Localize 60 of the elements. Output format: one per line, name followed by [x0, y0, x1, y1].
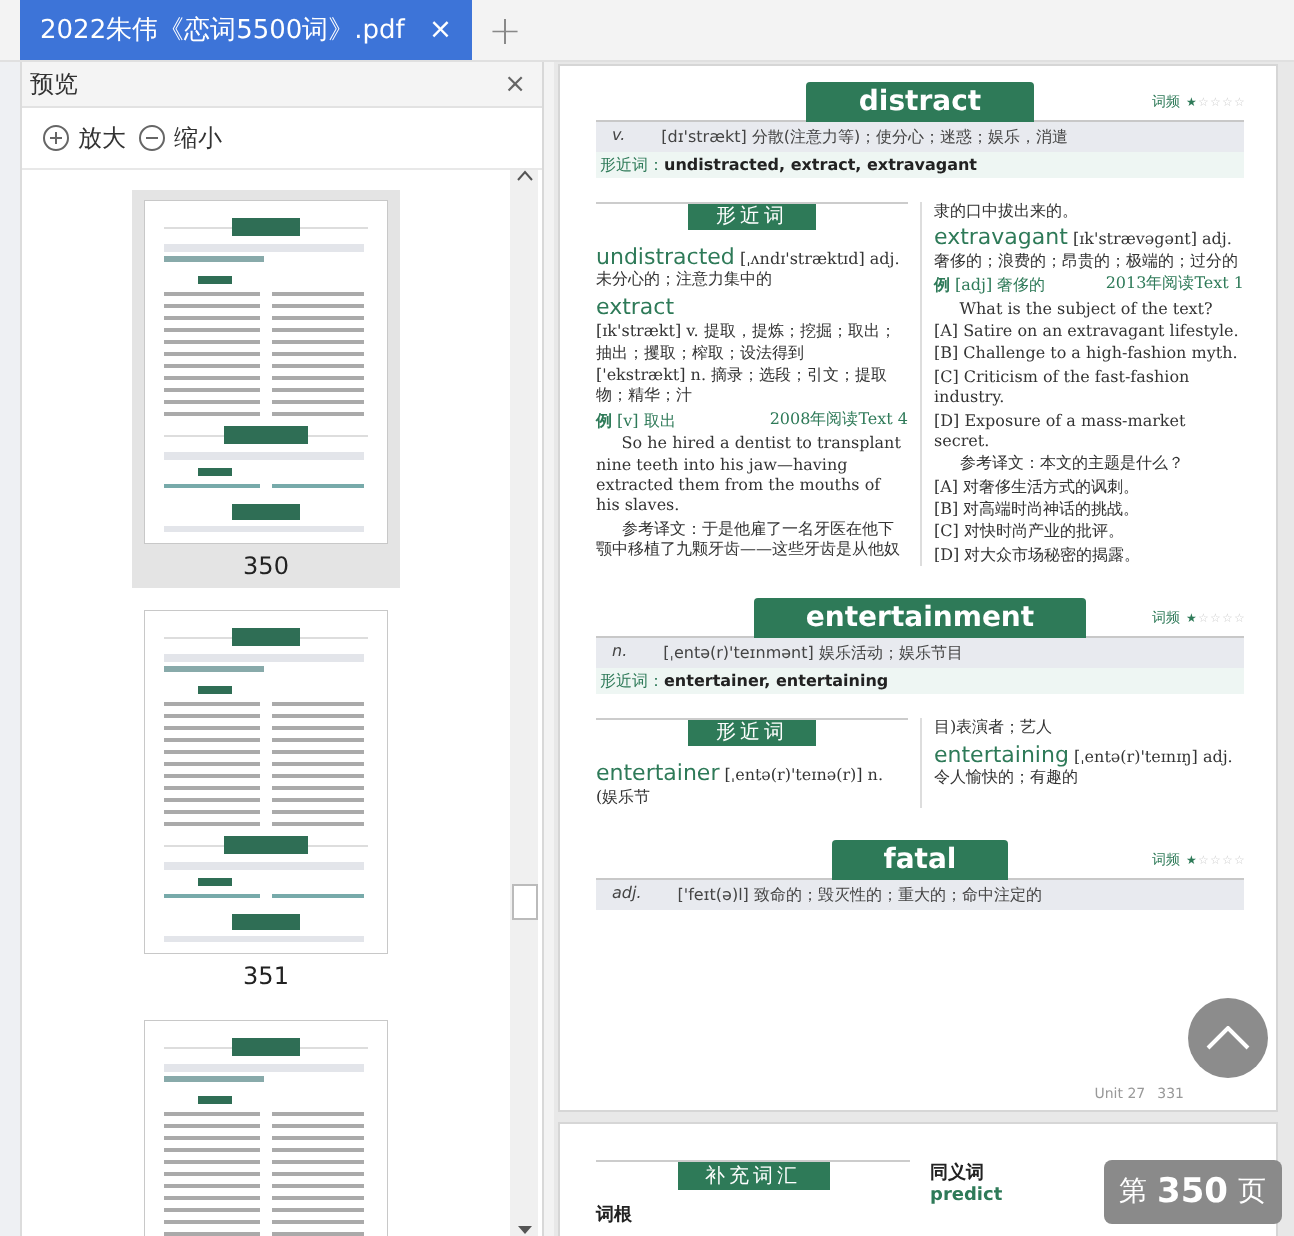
source-label: 2013年阅读Text 1 — [1105, 274, 1244, 297]
zoom-in-button[interactable]: 放大 — [42, 121, 126, 155]
word-entry: undistracted [ˌʌndɪ'stræktɪd] adj. 未分心的；注意力集中的 — [596, 244, 902, 292]
definition-text: ['feɪt(ə)l] 致命的；毁灭性的；重大的；命中注定的 — [677, 884, 1042, 907]
headword: distract — [806, 82, 1034, 122]
text-line: [C] 对快时尚产业的批评。 — [934, 522, 1126, 544]
word-entry: predict — [930, 1186, 1003, 1206]
section-heading: 补充词汇 — [677, 1162, 829, 1190]
panel-title: 预览 — [30, 67, 78, 101]
chevron-up-icon — [1206, 1026, 1250, 1050]
text-line: 目)表演者；艺人 — [934, 718, 1055, 740]
subheading: 同义词 — [930, 1160, 986, 1186]
text-line: ['ekstrækt] n. 摘录；选段；引文；提取物；精华；汁 — [596, 365, 890, 408]
page-thumbnail[interactable]: 350 — [132, 190, 400, 588]
text-line: [A] Satire on an extravagant lifestyle. — [934, 321, 1241, 343]
zoom-out-icon — [138, 124, 166, 152]
scroll-down-icon[interactable] — [515, 1224, 533, 1236]
similar-words: 形近词：entertainer, entertaining — [596, 668, 1244, 695]
page-thumbnail[interactable]: 351 — [132, 600, 400, 998]
subheading: 词根 — [596, 1203, 634, 1228]
word-entry: extravagant [ɪk'strævəgənt] adj. 奢侈的；浪费的；昂贵的；极端的；过分的 — [934, 224, 1240, 273]
source-label: 2008年阅读Text 4 — [769, 409, 908, 432]
tab-close-button[interactable]: × — [424, 14, 457, 46]
example-label: 例 [v] 取出 — [596, 409, 676, 433]
example-label: 例 [adj] 奢侈的 — [934, 274, 1046, 298]
page-indicator: 第 350 页 — [1103, 1160, 1282, 1224]
zoom-out-button[interactable]: 缩小 — [138, 121, 222, 155]
section-heading: 形近词 — [688, 720, 816, 747]
part-of-speech: n. — [612, 642, 628, 665]
page-number: 351 — [243, 962, 289, 990]
paragraph: What is the subject of the text? — [957, 299, 1215, 320]
headword: fatal — [831, 840, 1009, 881]
headword: entertainment — [753, 598, 1087, 639]
similar-words: 形近词：undistracted, extract, extravagant — [596, 152, 1244, 178]
word-entry: entertaining [ˌentə(r)'teɪnɪŋ] adj. 令人愉快的；有趣的 — [934, 741, 1235, 789]
paragraph: 参考译文：于是他雇了一名牙医在他下颚中移植了九颗牙齿——这些牙齿是从他奴 — [596, 519, 902, 561]
part-of-speech: adj. — [612, 884, 642, 907]
scrollbar-thumb[interactable] — [512, 884, 538, 920]
panel-close-button[interactable]: × — [500, 69, 530, 99]
text-line: 隶的口中拔出来的。 — [934, 202, 1080, 223]
definition-text: [ˌentə(r)'teɪnmənt] 娱乐活动；娱乐节目 — [663, 642, 963, 665]
part-of-speech: v. — [612, 126, 626, 148]
text-line: [C] Criticism of the fast-fashion industry. — [934, 367, 1192, 410]
text-line: [D] 对大众市场秘密的揭露。 — [934, 545, 1143, 567]
word-entry: extract — [596, 293, 677, 321]
paragraph: So he hired a dentist to transplant nine teeth into his jaw—having extracted them from the mouths of his slaves. — [596, 434, 903, 518]
text-line: [B] Challenge to a high-fashion myth. — [934, 344, 1240, 366]
page-number: 350 — [243, 552, 289, 580]
section-heading: 形近词 — [688, 204, 816, 230]
word-entry: entertainer [ˌentə(r)'teɪnə(r)] n. (娱乐节 — [596, 760, 886, 809]
text-line: [B] 对高端时尚神话的挑战。 — [934, 500, 1142, 521]
file-tab[interactable]: 2022朱伟《恋词5500词》.pdf × — [20, 0, 473, 60]
tab-title: 2022朱伟《恋词5500词》.pdf — [40, 14, 405, 48]
definition-text: [dɪ'strækt] 分散(注意力等)；使分心；迷惑；娱乐，消遣 — [661, 126, 1069, 148]
text-line: [A] 对奢侈生活方式的讽刺。 — [934, 477, 1142, 499]
paragraph: 参考译文：本文的主题是什么？ — [957, 454, 1186, 476]
text-line: [ɪk'strækt] v. 提取，提炼；挖掘；取出；抽出；攫取；榨取；设法得到 — [596, 322, 898, 364]
scroll-up-icon[interactable] — [515, 170, 533, 182]
zoom-in-icon — [42, 124, 70, 152]
text-line: [D] Exposure of a mass-market secret. — [934, 411, 1188, 453]
